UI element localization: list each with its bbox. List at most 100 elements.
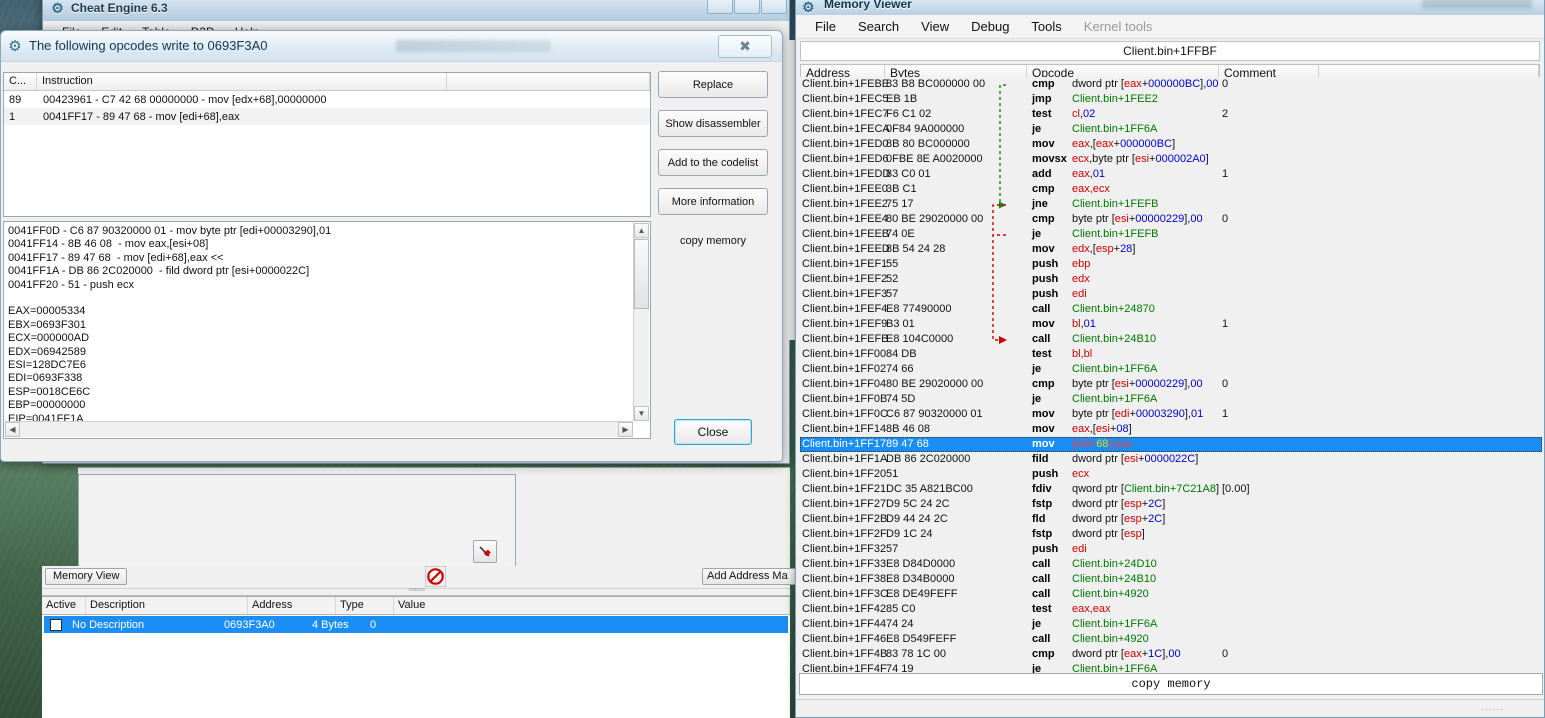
disassembly-row[interactable]: Client.bin+1FF148B 46 08moveax,[esi+08] bbox=[800, 422, 1542, 437]
disassembly-row[interactable]: Client.bin+1FF0B74 5DjeClient.bin+1FF6A bbox=[800, 392, 1542, 407]
menu-tools[interactable]: Tools bbox=[1020, 16, 1072, 37]
row-operands: eax,eax bbox=[1072, 603, 1111, 615]
disassembly-row[interactable]: Client.bin+1FEE480 BE 29020000 00cmpbyte… bbox=[800, 212, 1542, 227]
scroll-right-icon[interactable]: ▶ bbox=[618, 422, 633, 437]
scroll-down-icon[interactable]: ▼ bbox=[634, 406, 649, 421]
disassembly-row[interactable]: Client.bin+1FECA0F84 9A000000jeClient.bi… bbox=[800, 122, 1542, 137]
disassembly-row[interactable]: Client.bin+1FEFBE8 104C0000callClient.bi… bbox=[800, 332, 1542, 347]
opcodes-list[interactable]: C... Instruction 89 00423961 - C7 42 68 … bbox=[3, 72, 651, 217]
menu-view[interactable]: View bbox=[910, 16, 960, 37]
close-icon[interactable]: ✖ bbox=[718, 35, 772, 58]
row-operands: Client.bin+1FEE2 bbox=[1072, 93, 1158, 105]
blurred-text-region bbox=[1422, 0, 1532, 9]
column-count[interactable]: C... bbox=[4, 73, 37, 90]
disassembly-row[interactable]: Client.bin+1FEC7F6 C1 02testcl,022 bbox=[800, 107, 1542, 122]
disassembly-row[interactable]: Client.bin+1FEE03B C1cmpeax,ecx bbox=[800, 182, 1542, 197]
disassembly-row[interactable]: Client.bin+1FEF252pushedx bbox=[800, 272, 1542, 287]
disassembly-row[interactable]: Client.bin+1FF0084 DBtestbl,bl bbox=[800, 347, 1542, 362]
vertical-scroll-thumb[interactable] bbox=[634, 239, 649, 309]
replace-button[interactable]: Replace bbox=[658, 71, 768, 98]
disassembly-vertical-scrollbar[interactable]: ▲ ▼ bbox=[633, 223, 649, 421]
disassembly-row[interactable]: Client.bin+1FF1789 47 68mov[edi+68],eax bbox=[800, 437, 1542, 452]
disassembly-list[interactable]: Client.bin+1FEBE83 B8 BC000000 00cmpdwor… bbox=[800, 77, 1542, 684]
column-active[interactable]: Active bbox=[42, 597, 86, 614]
disassembly-row[interactable]: Client.bin+1FF2051pushecx bbox=[800, 467, 1542, 482]
disassembly-row[interactable]: Client.bin+1FEF357pushedi bbox=[800, 287, 1542, 302]
disassembly-row[interactable]: Client.bin+1FEC5EB 1BjmpClient.bin+1FEE2 bbox=[800, 92, 1542, 107]
disassembly-row[interactable]: Client.bin+1FF3CE8 DE49FEFFcallClient.bi… bbox=[800, 587, 1542, 602]
disassembly-row[interactable]: Client.bin+1FF4474 24jeClient.bin+1FF6A bbox=[800, 617, 1542, 632]
disassembly-row[interactable]: Client.bin+1FF38E8 D34B0000callClient.bi… bbox=[800, 572, 1542, 587]
scroll-up-icon[interactable]: ▲ bbox=[634, 223, 649, 238]
memory-viewer-menubar[interactable]: File Search View Debug Tools Kernel tool… bbox=[796, 15, 1544, 39]
column-value[interactable]: Value bbox=[394, 597, 790, 614]
disassembly-row[interactable]: Client.bin+1FEE275 17jneClient.bin+1FEFB bbox=[800, 197, 1542, 212]
menu-debug[interactable]: Debug bbox=[960, 16, 1020, 37]
copy-memory-label: copy memory bbox=[658, 235, 768, 247]
disassembly-row[interactable]: Client.bin+1FF46E8 D549FEFFcallClient.bi… bbox=[800, 632, 1542, 647]
disassembly-row[interactable]: Client.bin+1FED08B 80 BC000000moveax,[ea… bbox=[800, 137, 1542, 152]
panel-splitter[interactable] bbox=[42, 588, 790, 596]
address-bar[interactable]: Client.bin+1FFBF bbox=[800, 41, 1540, 61]
disassembly-row[interactable]: Client.bin+1FEED8B 54 24 28movedx,[esp+2… bbox=[800, 242, 1542, 257]
scroll-left-icon[interactable]: ◀ bbox=[5, 422, 20, 437]
disassembly-row[interactable]: Client.bin+1FEDD83 C0 01addeax,011 bbox=[800, 167, 1542, 182]
memory-viewer-bottom-field[interactable]: copy memory bbox=[799, 673, 1543, 695]
opcodes-row[interactable]: 89 00423961 - C7 42 68 00000000 - mov [e… bbox=[4, 91, 650, 108]
disassembly-horizontal-scrollbar[interactable]: ◀ ▶ bbox=[5, 421, 633, 437]
row-operands: Client.bin+24B10 bbox=[1072, 333, 1156, 345]
disassembly-row[interactable]: Client.bin+1FF4B83 78 1C 00cmpdword ptr … bbox=[800, 647, 1542, 662]
window-controls[interactable] bbox=[707, 0, 787, 14]
disassembly-row[interactable]: Client.bin+1FF3257pushedi bbox=[800, 542, 1542, 557]
pointer-scan-button[interactable] bbox=[473, 540, 497, 563]
row-comment: 2 bbox=[1222, 108, 1228, 120]
memory-view-button[interactable]: Memory View bbox=[45, 568, 127, 585]
close-icon[interactable] bbox=[761, 0, 787, 14]
maximize-icon[interactable] bbox=[734, 0, 760, 14]
show-disassembler-button[interactable]: Show disassembler bbox=[658, 110, 768, 137]
menu-file[interactable]: File bbox=[804, 16, 847, 37]
disassembly-row[interactable]: Client.bin+1FF21DC 35 A821BC00fdivqword … bbox=[800, 482, 1542, 497]
row-bytes: 74 0E bbox=[886, 228, 915, 240]
no-entry-icon[interactable] bbox=[425, 566, 446, 587]
disassembly-row[interactable]: Client.bin+1FF1ADB 86 2C020000filddword … bbox=[800, 452, 1542, 467]
more-information-button[interactable]: More information bbox=[658, 188, 768, 215]
row-address: Client.bin+1FF1A bbox=[802, 453, 887, 465]
cheat-engine-lower-panel bbox=[78, 467, 790, 577]
disassembly-row[interactable]: Client.bin+1FED60FBE 8E A0020000movsxecx… bbox=[800, 152, 1542, 167]
row-address: Client.bin+1FF42 bbox=[802, 603, 886, 615]
disassembly-row[interactable]: Client.bin+1FF0480 BE 29020000 00cmpbyte… bbox=[800, 377, 1542, 392]
table-row[interactable]: No Description 0693F3A0 4 Bytes 0 bbox=[44, 616, 788, 633]
disassembly-row[interactable]: Client.bin+1FF2BD9 44 24 2Cflddword ptr … bbox=[800, 512, 1542, 527]
disassembly-row[interactable]: Client.bin+1FEBE83 B8 BC000000 00cmpdwor… bbox=[800, 77, 1542, 92]
column-instruction[interactable]: Instruction bbox=[37, 73, 447, 90]
disassembly-row[interactable]: Client.bin+1FF27D9 5C 24 2Cfstpdword ptr… bbox=[800, 497, 1542, 512]
row-operands: edx bbox=[1072, 273, 1090, 285]
row-active-checkbox[interactable] bbox=[50, 619, 62, 631]
disassembly-row[interactable]: Client.bin+1FEF9B3 01movbl,011 bbox=[800, 317, 1542, 332]
row-operands: bl,bl bbox=[1072, 348, 1092, 360]
minimize-icon[interactable] bbox=[707, 0, 733, 14]
menu-search[interactable]: Search bbox=[847, 16, 910, 37]
disassembly-row[interactable]: Client.bin+1FF4285 C0testeax,eax bbox=[800, 602, 1542, 617]
column-extra[interactable] bbox=[447, 73, 650, 90]
row-mnemonic: je bbox=[1032, 363, 1041, 375]
row-operands: dword ptr [esp] bbox=[1072, 528, 1145, 540]
disassembly-row[interactable]: Client.bin+1FEF4E8 77490000callClient.bi… bbox=[800, 302, 1542, 317]
disassembly-row[interactable]: Client.bin+1FF2FD9 1C 24fstpdword ptr [e… bbox=[800, 527, 1542, 542]
close-button[interactable]: Close bbox=[674, 419, 752, 445]
disassembly-row[interactable]: Client.bin+1FEEB74 0EjeClient.bin+1FEFB bbox=[800, 227, 1542, 242]
column-description[interactable]: Description bbox=[86, 597, 248, 614]
row-address: Client.bin+1FF02 bbox=[802, 363, 886, 375]
disassembly-row[interactable]: Client.bin+1FEF155pushebp bbox=[800, 257, 1542, 272]
disassembly-row[interactable]: Client.bin+1FF0274 66jeClient.bin+1FF6A bbox=[800, 362, 1542, 377]
column-address[interactable]: Address bbox=[248, 597, 336, 614]
row-bytes: EB 1B bbox=[886, 93, 917, 105]
add-to-codelist-button[interactable]: Add to the codelist bbox=[658, 149, 768, 176]
column-type[interactable]: Type bbox=[336, 597, 394, 614]
opcodes-dialog-title: The following opcodes write to 0693F3A0 bbox=[29, 38, 267, 53]
disassembly-row[interactable]: Client.bin+1FF33E8 D84D0000callClient.bi… bbox=[800, 557, 1542, 572]
row-address: Client.bin+1FEDD bbox=[802, 168, 890, 180]
disassembly-row[interactable]: Client.bin+1FF0CC6 87 90320000 01movbyte… bbox=[800, 407, 1542, 422]
opcodes-row[interactable]: 1 0041FF17 - 89 47 68 - mov [edi+68],eax bbox=[4, 108, 650, 125]
